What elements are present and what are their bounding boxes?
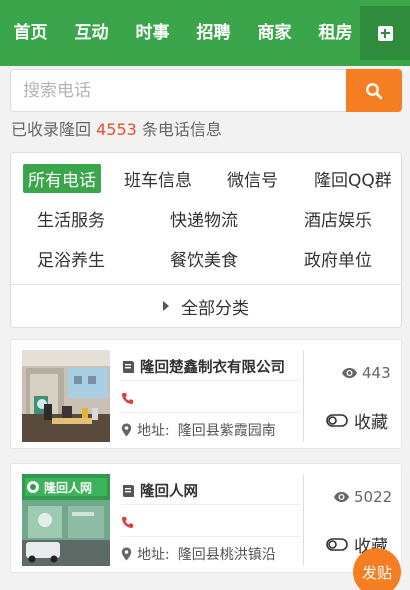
eye-icon: [334, 492, 349, 502]
category-hotel[interactable]: 酒店娱乐: [304, 206, 372, 231]
view-count-value: 443: [362, 364, 391, 382]
location-icon: [121, 423, 132, 437]
address-label: 地址:: [137, 547, 170, 563]
sign-text: 隆回人网: [44, 480, 92, 495]
nav-item-interaction[interactable]: 互动: [61, 0, 122, 66]
address-text: 隆回县桃洪镇沿: [177, 547, 276, 563]
record-count: 已收录隆回 4553 条电话信息: [11, 116, 222, 140]
listing-address: 地址: 隆回县紫霞园南: [121, 420, 276, 440]
address-label: 地址:: [137, 423, 170, 439]
category-all-phones[interactable]: 所有电话: [23, 164, 101, 193]
category-life-services[interactable]: 生活服务: [37, 206, 105, 231]
category-qq-groups[interactable]: 隆回QQ群: [314, 166, 392, 191]
listing-phone[interactable]: [121, 514, 134, 533]
phone-icon: [122, 517, 133, 528]
book-icon: [123, 360, 134, 373]
record-count-number: 4553: [96, 120, 137, 139]
listing-title[interactable]: 隆回人网: [121, 480, 198, 501]
eye-icon: [342, 368, 357, 378]
category-bus-info[interactable]: 班车信息: [124, 166, 192, 191]
nav-item-merchants[interactable]: 商家: [244, 0, 305, 66]
search-bar: [10, 69, 402, 112]
search-button[interactable]: [346, 69, 402, 112]
address-text: 隆回县紫霞园南: [177, 423, 276, 439]
phone-icon: [122, 393, 133, 404]
category-government[interactable]: 政府单位: [304, 246, 372, 271]
view-count: 5022: [333, 488, 392, 506]
listing-card[interactable]: 隆回楚鑫制衣有限公司 地址: 隆回县紫霞园南 443 收藏: [10, 339, 402, 449]
nav-item-jobs[interactable]: 招聘: [183, 0, 244, 66]
listing-name: 隆回人网: [140, 484, 198, 500]
listing-address: 地址: 隆回县桃洪镇沿: [121, 544, 276, 564]
listing-divider: [121, 412, 301, 413]
all-categories-label: 全部分类: [181, 298, 249, 319]
listing-vertical-divider: [303, 350, 304, 442]
caret-right-icon: [163, 301, 169, 311]
listing-title[interactable]: 隆回楚鑫制衣有限公司: [121, 356, 285, 377]
listing-thumbnail: [22, 350, 110, 442]
listing-divider: [121, 380, 301, 381]
listing-name: 隆回楚鑫制衣有限公司: [140, 360, 285, 376]
listing-thumbnail: 隆回人网: [22, 474, 110, 566]
nav-item-home[interactable]: 首页: [0, 0, 61, 66]
view-count: 443: [341, 364, 391, 382]
favorite-label: 收藏: [354, 413, 388, 433]
record-count-suffix: 条电话信息: [141, 120, 222, 139]
top-nav: 首页 互动 时事 招聘 商家 租房: [0, 0, 410, 66]
listing-phone[interactable]: [121, 390, 134, 409]
nav-item-rental[interactable]: 租房: [305, 0, 366, 66]
category-food[interactable]: 餐饮美食: [170, 246, 238, 271]
listing-card[interactable]: 隆回人网 隆回人网 地址: 隆回县桃洪镇沿 5022 收藏: [10, 463, 402, 573]
search-icon: [366, 82, 383, 99]
plus-icon: [377, 25, 393, 41]
listing-vertical-divider: [303, 474, 304, 566]
post-button[interactable]: 发贴: [353, 548, 401, 590]
category-panel: 所有电话 班车信息 微信号 隆回QQ群 生活服务 快递物流 酒店娱乐 足浴养生 …: [10, 152, 402, 328]
add-button[interactable]: [360, 6, 410, 60]
favorite-button[interactable]: 收藏: [326, 408, 388, 433]
listing-divider: [121, 536, 301, 537]
category-wechat[interactable]: 微信号: [227, 166, 278, 191]
view-count-value: 5022: [354, 488, 393, 506]
category-foot-spa[interactable]: 足浴养生: [37, 246, 105, 271]
all-categories-button[interactable]: 全部分类: [11, 284, 401, 328]
location-icon: [121, 547, 132, 561]
nav-item-news[interactable]: 时事: [122, 0, 183, 66]
record-count-prefix: 已收录隆回: [11, 120, 92, 139]
toggle-icon: [326, 414, 348, 427]
search-input[interactable]: [10, 69, 346, 112]
book-icon: [123, 484, 134, 497]
listing-divider: [121, 504, 301, 505]
category-express[interactable]: 快递物流: [170, 206, 238, 231]
toggle-icon: [326, 538, 348, 551]
